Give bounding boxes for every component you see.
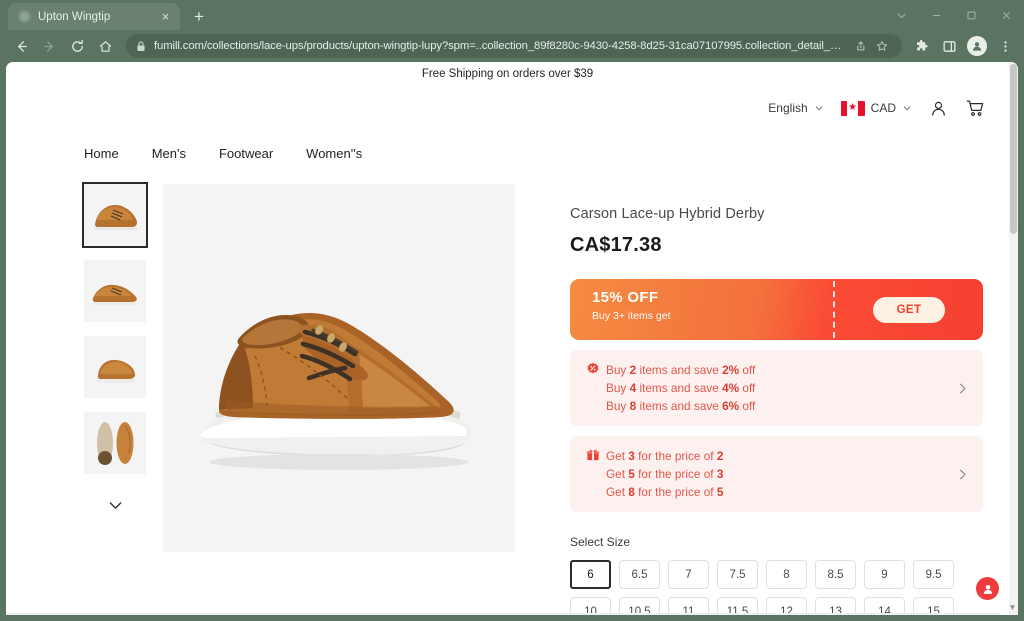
coupon-banner[interactable]: 15% OFF Buy 3+ items get GET [570, 279, 983, 340]
home-icon[interactable] [92, 33, 118, 59]
maple-leaf-icon: ★ [848, 103, 857, 113]
promotion-line: Get 3 for the price of 2 [606, 447, 948, 465]
size-option-6[interactable]: 6 [570, 560, 611, 589]
promotion-lines: Buy 2 items and save 2% off Buy 4 items … [601, 361, 948, 415]
lock-icon [136, 41, 146, 52]
product-price: CA$17.38 [570, 234, 983, 257]
currency-label: CAD [871, 101, 896, 115]
reload-icon[interactable] [64, 33, 90, 59]
account-button[interactable] [929, 99, 948, 118]
thumbnail-1[interactable] [84, 184, 146, 246]
tab-search-chevron-icon[interactable] [884, 0, 919, 30]
canada-flag-icon: ★ [841, 101, 865, 116]
cart-button[interactable] [965, 98, 985, 118]
thumbnail-3[interactable] [84, 336, 146, 398]
new-tab-button[interactable]: + [186, 3, 212, 29]
size-option-8[interactable]: 8 [766, 560, 807, 589]
product-detail: Carson Lace-up Hybrid Derby CA$17.38 15%… [6, 168, 1009, 615]
page-viewport: Free Shipping on orders over $39 English… [6, 62, 1018, 615]
promotion-line: Get 5 for the price of 3 [606, 465, 948, 483]
omnibox-actions [850, 36, 892, 56]
share-icon[interactable] [850, 36, 870, 56]
announcement-bar: Free Shipping on orders over $39 [6, 62, 1009, 86]
nav-link-womens[interactable]: Women''s [306, 146, 362, 161]
size-option-8-5[interactable]: 8.5 [815, 560, 856, 589]
main-navigation: Home Men's Footwear Women''s [6, 124, 1009, 168]
shoe-hero-illustration [163, 184, 515, 552]
gallery-scroll-down-button[interactable] [102, 492, 128, 518]
web-page: Free Shipping on orders over $39 English… [6, 62, 1009, 615]
address-bar[interactable]: fumill.com/collections/lace-ups/products… [126, 34, 902, 58]
thumbnail-2[interactable] [84, 260, 146, 322]
currency-selector[interactable]: ★ CAD [841, 101, 912, 116]
size-option-9[interactable]: 9 [864, 560, 905, 589]
shoe-sole-image [84, 412, 146, 474]
page-bottom-edge [6, 613, 1000, 615]
promotion-lines: Get 3 for the price of 2 Get 5 for the p… [601, 447, 948, 501]
scrollbar-thumb[interactable] [1010, 64, 1017, 234]
size-option-9-5[interactable]: 9.5 [913, 560, 954, 589]
promotion-line: Buy 2 items and save 2% off [606, 361, 948, 379]
select-size-label: Select Size [570, 535, 983, 549]
profile-avatar-circle [967, 36, 987, 56]
scrollbar-down-arrow[interactable]: ▼ [1008, 602, 1017, 613]
promotion-line: Get 8 for the price of 5 [606, 483, 948, 501]
browser-window: Upton Wingtip × + [0, 0, 1024, 621]
language-selector[interactable]: English [768, 101, 823, 115]
discount-badge-icon [586, 362, 601, 381]
size-option-7-5[interactable]: 7.5 [717, 560, 758, 589]
coupon-headline: 15% OFF [592, 289, 833, 306]
back-arrow-icon[interactable] [8, 33, 34, 59]
coupon-text: 15% OFF Buy 3+ items get [570, 279, 833, 340]
nav-link-footwear[interactable]: Footwear [219, 146, 273, 161]
utility-bar: English ★ CAD [6, 86, 1009, 124]
size-selector: 6 6.5 7 7.5 8 8.5 9 9.5 10 10.5 11 11.5 … [570, 560, 960, 615]
product-hero-image[interactable] [163, 184, 515, 552]
puzzle-icon[interactable] [908, 33, 934, 59]
thumbnail-4[interactable] [84, 412, 146, 474]
browser-tab[interactable]: Upton Wingtip × [8, 3, 180, 30]
support-agent-fab[interactable] [976, 577, 999, 600]
promotion-bundle-offer[interactable]: Get 3 for the price of 2 Get 5 for the p… [570, 436, 983, 512]
tab-favicon-icon [18, 10, 31, 23]
size-option-6-5[interactable]: 6.5 [619, 560, 660, 589]
thumbnail-gallery [84, 184, 146, 615]
tab-close-icon[interactable]: × [157, 8, 174, 25]
product-info: Carson Lace-up Hybrid Derby CA$17.38 15%… [532, 184, 1009, 615]
profile-avatar[interactable] [964, 33, 990, 59]
promotion-line: Buy 8 items and save 6% off [606, 397, 948, 415]
address-bar-url: fumill.com/collections/lace-ups/products… [154, 40, 842, 52]
gift-box-icon [586, 448, 601, 467]
shoe-image [84, 260, 146, 322]
browser-toolbar: fumill.com/collections/lace-ups/products… [0, 30, 1024, 62]
nav-link-mens[interactable]: Men's [152, 146, 186, 161]
shoe-image [84, 184, 146, 246]
chevron-right-icon[interactable] [948, 468, 969, 481]
side-panel-icon[interactable] [936, 33, 962, 59]
star-icon[interactable] [872, 36, 892, 56]
forward-arrow-icon[interactable] [36, 33, 62, 59]
chevron-down-icon [814, 103, 824, 113]
nav-link-home[interactable]: Home [84, 146, 119, 161]
coupon-subtext: Buy 3+ items get [592, 310, 833, 322]
support-agent-icon [981, 582, 995, 596]
three-dot-menu-icon[interactable] [992, 33, 1018, 59]
minimize-icon[interactable] [919, 0, 954, 30]
chevron-down-icon [902, 103, 912, 113]
coupon-get-button[interactable]: GET [873, 297, 945, 323]
window-controls [884, 0, 1024, 30]
promotion-line: Buy 4 items and save 4% off [606, 379, 948, 397]
product-title: Carson Lace-up Hybrid Derby [570, 206, 983, 222]
language-label: English [768, 101, 807, 115]
coupon-action: GET [835, 279, 983, 340]
promotion-quantity-discount[interactable]: Buy 2 items and save 2% off Buy 4 items … [570, 350, 983, 426]
page-scrollbar[interactable]: ▼ [1009, 62, 1018, 615]
shoe-image [84, 336, 146, 398]
chevron-right-icon[interactable] [948, 382, 969, 395]
size-option-7[interactable]: 7 [668, 560, 709, 589]
close-window-icon[interactable] [989, 0, 1024, 30]
tab-title: Upton Wingtip [38, 11, 150, 23]
maximize-icon[interactable] [954, 0, 989, 30]
tab-strip: Upton Wingtip × + [0, 0, 1024, 30]
